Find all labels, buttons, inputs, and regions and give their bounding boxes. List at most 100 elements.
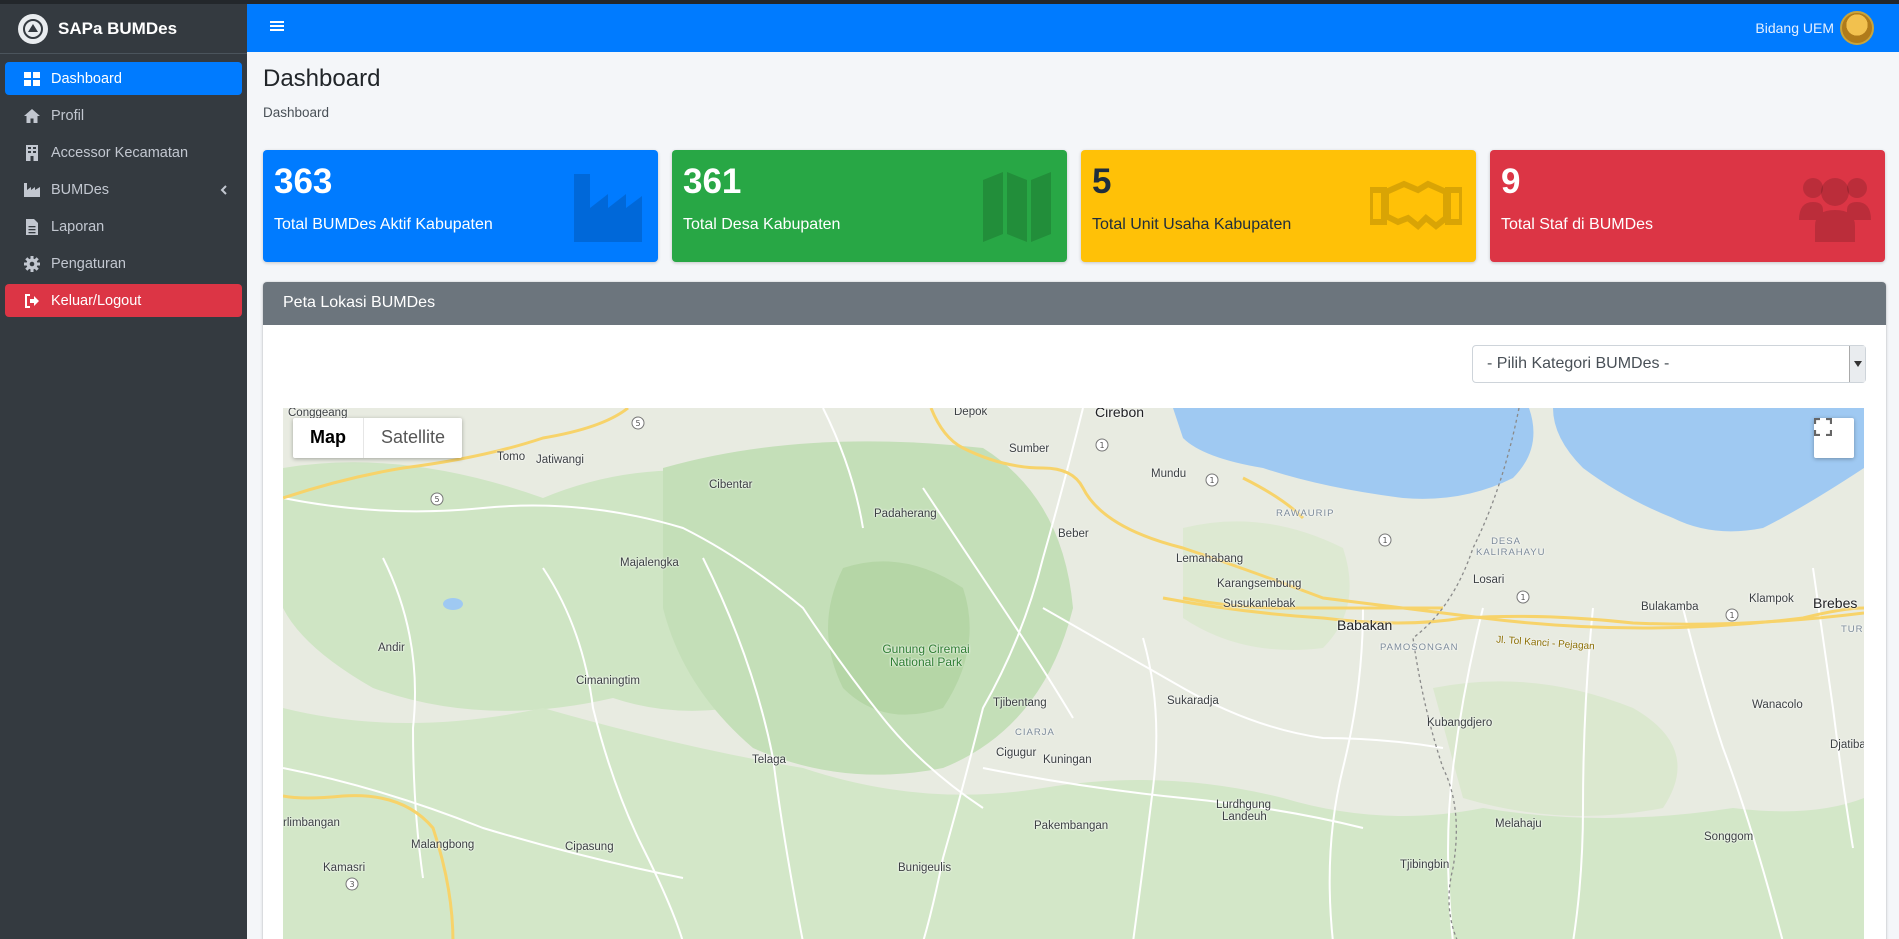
place-label: Songgom (1704, 831, 1754, 843)
fullscreen-icon (1814, 418, 1832, 436)
sign-out-icon (23, 293, 41, 309)
place-label: Pakembangan (1034, 820, 1109, 832)
file-icon (23, 218, 41, 235)
place-label: RAWAURIP (1276, 508, 1335, 519)
place-label: Klampok (1749, 593, 1794, 605)
place-label: DESA KALIRAHAYU (1476, 536, 1546, 558)
place-label: Tjibentang (993, 697, 1047, 709)
stat-label: Total BUMDes Aktif Kabupaten (274, 216, 493, 233)
stat-label: Total Unit Usaha Kabupaten (1092, 216, 1292, 233)
building-icon (23, 144, 41, 161)
kategori-select[interactable]: - Pilih Kategori BUMDes - (1472, 345, 1866, 383)
sidebar-item-dashboard[interactable]: Dashboard (5, 62, 242, 95)
sidebar-item-pengaturan[interactable]: Pengaturan (5, 247, 242, 280)
avatar (1840, 11, 1874, 45)
place-label: Wanacolo (1752, 699, 1803, 711)
place-label: Brebes (1813, 595, 1858, 611)
stat-label: Total Desa Kabupaten (683, 216, 841, 233)
map-type-control: Map Satellite (293, 418, 463, 458)
place-label: Lurdhgung (1216, 799, 1271, 811)
place-label: Cimaningtim (576, 675, 640, 687)
place-label: Beber (1058, 528, 1089, 540)
place-label: Babakan (1337, 617, 1393, 633)
page-title: Dashboard (263, 65, 381, 92)
svg-text:5: 5 (635, 419, 640, 428)
place-label: Karangsembung (1217, 578, 1302, 590)
place-label: CIARJA (1015, 727, 1055, 738)
sidebar-item-logout[interactable]: Keluar/Logout (5, 284, 242, 317)
stat-card-unit-usaha: 5 Total Unit Usaha Kabupaten (1081, 150, 1476, 262)
place-label: Bunigeulis (898, 862, 952, 874)
sidebar-item-label: Dashboard (51, 70, 122, 87)
top-navbar: Bidang UEM (247, 4, 1899, 52)
place-label: Majalengka (620, 557, 679, 569)
gear-icon (23, 255, 41, 272)
place-label: Melahaju (1495, 818, 1542, 830)
svg-text:1: 1 (1520, 593, 1525, 602)
hamburger-menu-icon[interactable] (270, 19, 284, 33)
chevron-down-icon (1849, 346, 1865, 382)
sidebar-item-label: Pengaturan (51, 255, 126, 272)
sidebar-item-label: BUMDes (51, 181, 110, 198)
place-label: Telaga (752, 754, 786, 766)
sidebar-item-label: Laporan (51, 218, 105, 235)
sidebar-item-profil[interactable]: Profil (5, 99, 242, 132)
place-label: rlimbangan (283, 817, 340, 829)
stat-card-desa: 361 Total Desa Kabupaten (672, 150, 1067, 262)
svg-text:1: 1 (1382, 536, 1387, 545)
industry-icon (23, 182, 41, 198)
breadcrumb: Dashboard (263, 105, 330, 120)
sidebar-nav: Dashboard Profil Accessor Kecamatan BUMD… (0, 54, 247, 329)
place-label: Susukanlebak (1223, 598, 1296, 610)
place-label: Depok (954, 408, 988, 418)
sidebar-item-bumdes[interactable]: BUMDes (5, 173, 242, 206)
place-label: Tomo (497, 451, 526, 463)
user-menu[interactable]: Bidang UEM (1755, 11, 1874, 45)
place-label: Cigugur (996, 747, 1037, 759)
map-panel-title: Peta Lokasi BUMDes (263, 282, 1886, 325)
place-label: Cirebon (1095, 408, 1145, 420)
home-icon (23, 108, 41, 124)
map-icon (983, 172, 1051, 242)
sidebar-item-label: Keluar/Logout (51, 292, 142, 309)
place-label: Sumber (1009, 443, 1050, 455)
brand[interactable]: SAPa BUMDes (0, 4, 247, 54)
place-label: Andir (378, 642, 405, 654)
stat-label: Total Staf di BUMDes (1501, 216, 1654, 233)
place-label: Kamasri (323, 862, 366, 874)
place-label: Losari (1473, 574, 1505, 586)
industry-icon (574, 174, 642, 242)
fullscreen-button[interactable] (1814, 418, 1854, 458)
place-label: Djatibara (1830, 739, 1864, 751)
place-label: Padaherang (874, 508, 937, 520)
svg-text:1: 1 (1729, 611, 1734, 620)
place-label: Cipasung (565, 841, 614, 853)
svg-text:1: 1 (1099, 441, 1104, 450)
place-label: Malangbong (411, 839, 475, 851)
map-type-satellite-button[interactable]: Satellite (364, 418, 462, 458)
svg-text:3: 3 (349, 880, 354, 889)
place-label: Landeuh (1222, 811, 1267, 823)
place-label: Sukaradja (1167, 695, 1219, 707)
place-label: PAMOSONGAN (1380, 642, 1459, 653)
stat-value: 9 (1501, 162, 1521, 201)
place-label: Gunung Ciremai National Park (882, 642, 970, 669)
stat-value: 5 (1092, 162, 1112, 201)
user-name: Bidang UEM (1755, 20, 1834, 36)
map-type-map-button[interactable]: Map (293, 418, 364, 458)
map-panel: Peta Lokasi BUMDes - Pilih Kategori BUMD… (263, 282, 1886, 939)
sidebar-item-laporan[interactable]: Laporan (5, 210, 242, 243)
sidebar-item-accessor-kecamatan[interactable]: Accessor Kecamatan (5, 136, 242, 169)
svg-text:1: 1 (1209, 476, 1214, 485)
handshake-icon (1370, 180, 1462, 231)
main-content: Dashboard Dashboard 363 Total BUMDes Akt… (263, 52, 1886, 939)
place-label: Kubangdjero (1427, 717, 1493, 729)
stat-cards: 363 Total BUMDes Aktif Kabupaten 361 Tot… (263, 150, 1886, 263)
place-label: Mundu (1151, 468, 1187, 480)
kategori-select-value: - Pilih Kategori BUMDes - (1487, 355, 1670, 372)
sidebar: SAPa BUMDes Dashboard Profil Accessor Ke… (0, 4, 247, 939)
place-label: Tjibingbin (1400, 859, 1450, 871)
bumdes-map[interactable]: 5 5 1 1 1 1 1 3 Conggeang Tomo Jatiwangi… (283, 408, 1864, 939)
stat-card-bumdes-aktif: 363 Total BUMDes Aktif Kabupaten (263, 150, 658, 262)
place-label: TUR (1841, 624, 1864, 635)
